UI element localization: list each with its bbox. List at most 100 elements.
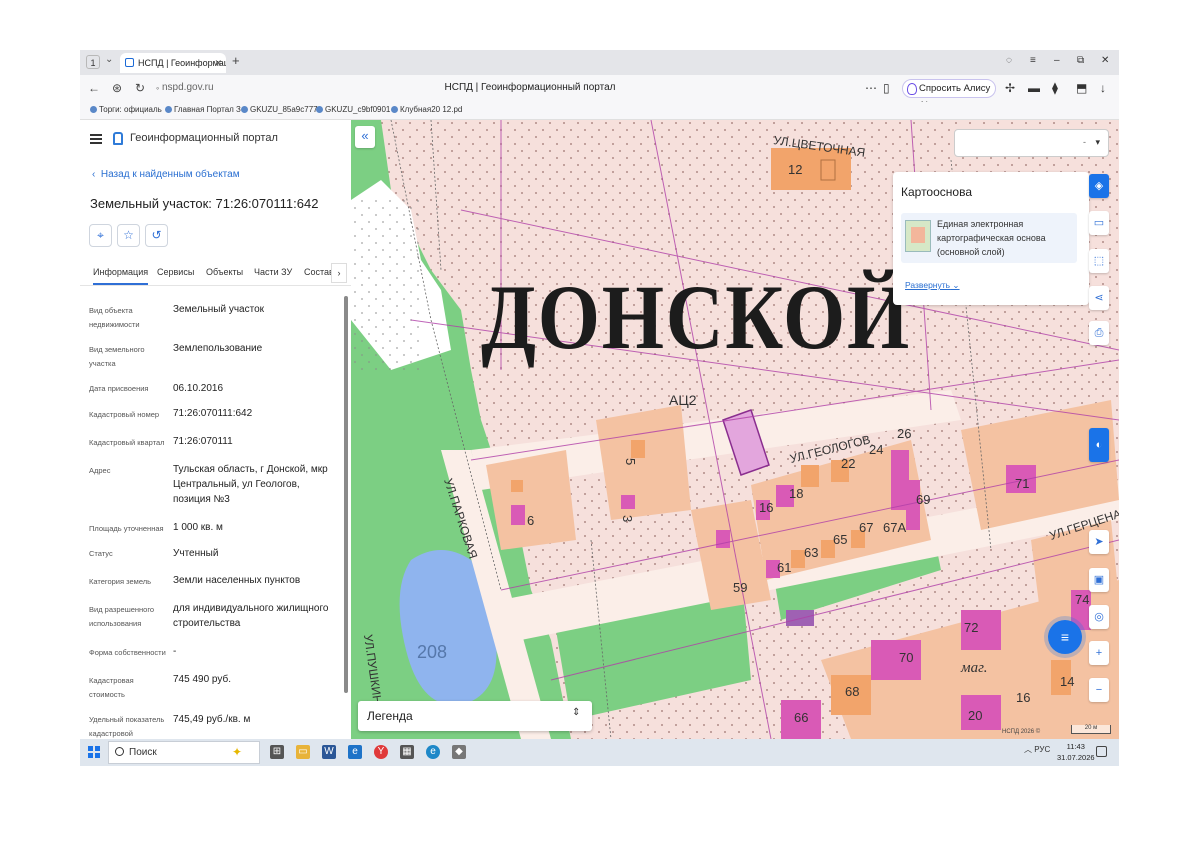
layers-tool-button[interactable]: ◈ <box>1089 174 1109 198</box>
locate-on-map-button[interactable]: ⌖ <box>89 224 112 247</box>
tab-count-badge[interactable]: 1 <box>86 55 100 69</box>
copilot-sparkle-icon[interactable]: ✦ <box>230 745 244 759</box>
menu-icon[interactable]: ≡ <box>1030 55 1036 66</box>
select-clear-icon[interactable]: - <box>1083 137 1086 147</box>
field-label: Вид разрешенного использования <box>89 605 155 628</box>
field-value: - <box>173 646 177 657</box>
zone-label: АЦ2 <box>669 392 697 408</box>
tray-chevron-icon[interactable]: ︿ <box>1024 745 1032 754</box>
locate-icon: ⌖ <box>97 228 104 242</box>
minimap-button[interactable]: ▣ <box>1089 568 1109 592</box>
house-number: 16 <box>1016 690 1030 705</box>
building <box>511 480 523 492</box>
clock[interactable]: 11:43 31.07.2026 <box>1057 741 1095 763</box>
print-tool-button[interactable]: ⎙ <box>1089 321 1109 345</box>
downloads-icon[interactable]: ↓ <box>1100 81 1106 95</box>
bookmark-item[interactable]: GKUZU_c9bf0901 <box>316 105 390 114</box>
field-label: Дата присвоения <box>89 384 149 393</box>
legend-dropdown[interactable]: Легенда ⇕ <box>358 701 592 731</box>
close-window-icon[interactable]: ✕ <box>1101 55 1109 66</box>
star-icon: ☆ <box>123 228 134 242</box>
word-icon[interactable]: W <box>322 745 336 759</box>
app-icon[interactable]: ◆ <box>452 745 466 759</box>
internet-explorer-icon[interactable]: e <box>348 745 362 759</box>
favorite-button[interactable]: ☆ <box>117 224 140 247</box>
extension-icon[interactable]: ✢ <box>1005 81 1015 95</box>
bookmark-item[interactable]: GKUZU_85a9c777 <box>241 105 318 114</box>
new-tab-icon[interactable]: + <box>232 53 240 68</box>
field-label: Площадь уточненная <box>89 524 164 533</box>
task-view-icon[interactable]: ⊞ <box>270 745 284 759</box>
block <box>486 450 576 550</box>
ask-alice-button[interactable]: Спросить Алису AI <box>902 79 996 111</box>
bookmark-item[interactable]: Клубная20 12.pd <box>391 105 462 114</box>
minimize-icon[interactable]: – <box>1054 55 1060 66</box>
chevron-down-icon[interactable]: ▾ <box>1095 137 1100 148</box>
house-number: 65 <box>833 532 847 547</box>
puzzle-icon[interactable]: ⧫ <box>1052 81 1058 95</box>
house-number: 70 <box>899 650 913 665</box>
clock-date: 31.07.2026 <box>1057 753 1095 762</box>
windows-start-icon[interactable] <box>88 746 100 758</box>
tab-objects[interactable]: Объекты <box>206 267 243 277</box>
tab-parcel-parts[interactable]: Части ЗУ <box>254 267 292 277</box>
building <box>511 505 525 525</box>
hamburger-menu-icon[interactable] <box>90 134 102 144</box>
chat-fab-button[interactable]: ≡ <box>1048 620 1082 654</box>
close-tab-icon[interactable]: ✕ <box>214 53 222 73</box>
building <box>631 440 645 458</box>
history-icon: ↺ <box>151 228 162 242</box>
house-number: 68 <box>845 684 859 699</box>
bookmark-icon[interactable]: ▯ <box>883 81 890 95</box>
geolocation-button[interactable]: ◎ <box>1089 605 1109 629</box>
basemap-panel: Картооснова Единая электронная картограф… <box>893 172 1089 305</box>
building <box>621 495 635 509</box>
field-label: Статус <box>89 549 113 558</box>
language-indicator[interactable]: РУС <box>1034 745 1050 754</box>
select-area-tool-button[interactable]: ⬚ <box>1089 249 1109 273</box>
field-value: Тульская область, г Донской, мкр Централ… <box>173 464 328 505</box>
double-chevron-left-icon: « <box>361 128 369 143</box>
profile-icon[interactable]: ◌ <box>1006 55 1012 66</box>
more-icon[interactable]: ⋯ <box>865 81 877 95</box>
zoom-in-button[interactable]: + <box>1089 641 1109 665</box>
scale-bar: 20 м <box>1071 725 1111 734</box>
history-button[interactable]: ↺ <box>145 224 168 247</box>
nspd-favicon-icon <box>125 58 134 67</box>
expand-vertical-icon: ⇕ <box>572 707 581 718</box>
field-label: Кадастровый номер <box>89 410 160 419</box>
water-label: 208 <box>417 642 447 662</box>
incognito-icon[interactable]: ▬ <box>1028 81 1040 95</box>
map-view[interactable]: ДОНСКОЙ УЛ.ЦВЕТОЧНАЯ УЛ.ГЕОЛОГОВ УЛ.ПАРК… <box>351 120 1119 739</box>
house-number: 26 <box>897 426 911 441</box>
sidebar-icon[interactable]: ⬒ <box>1076 81 1087 95</box>
share-tool-button[interactable]: ⋖ <box>1089 286 1109 310</box>
bookmark-item[interactable]: Главная Портал З <box>165 105 241 114</box>
back-to-results-link[interactable]: ‹ Назад к найденным объектам <box>92 169 240 180</box>
tab-services[interactable]: Сервисы <box>157 267 194 277</box>
locate-me-button[interactable]: ➤ <box>1089 530 1109 554</box>
calculator-icon[interactable]: ▦ <box>400 745 414 759</box>
tab-information[interactable]: Информация <box>93 267 149 285</box>
basemap-option[interactable]: Единая электронная картографическая осно… <box>901 213 1077 263</box>
edge-icon[interactable]: e <box>426 745 440 759</box>
restore-icon[interactable]: ⧉ <box>1077 55 1084 66</box>
collapse-panel-button[interactable]: « <box>355 126 375 148</box>
tab-list-chevron-icon[interactable]: ⌄ <box>105 54 113 65</box>
panel-scrollbar[interactable] <box>344 296 348 693</box>
tabs-next-chevron-icon[interactable]: › <box>331 263 347 283</box>
portal-logo-icon <box>113 132 123 145</box>
ruler-tool-button[interactable]: ▭ <box>1089 211 1109 235</box>
expand-basemap-link[interactable]: Развернуть ⌄ <box>905 280 960 291</box>
assistant-button[interactable]: ◐ <box>1089 428 1109 462</box>
minus-icon: − <box>1095 684 1103 696</box>
yandex-browser-icon[interactable]: Y <box>374 745 388 759</box>
browser-tab[interactable]: НСПД | Геоинформаци ✕ <box>120 53 226 73</box>
bookmark-item[interactable]: Торги: официаль <box>90 105 162 114</box>
basemap-select[interactable]: - ▾ <box>954 129 1109 157</box>
field-value: Землепользование <box>173 343 263 354</box>
file-explorer-icon[interactable]: ▭ <box>296 745 310 759</box>
tab-composition[interactable]: Состав <box>304 267 334 277</box>
zoom-out-button[interactable]: − <box>1089 678 1109 702</box>
notifications-icon[interactable] <box>1096 746 1107 757</box>
